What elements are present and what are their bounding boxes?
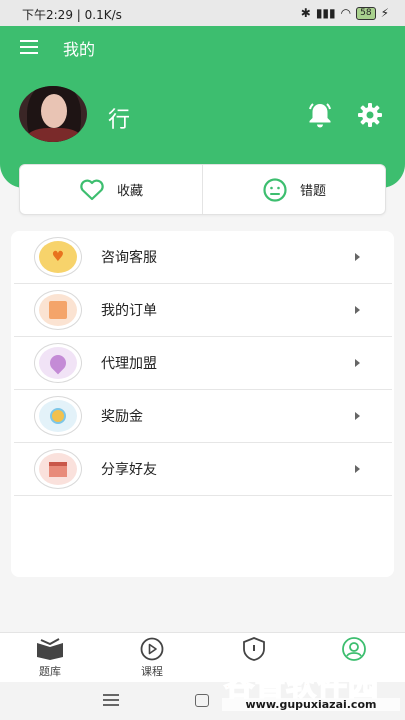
heart-outline-icon <box>80 179 104 200</box>
chevron-right-icon <box>355 306 360 314</box>
user-icon <box>342 637 366 661</box>
watermark: 谷普软件园 www.gupuxiazai.com <box>222 660 400 718</box>
favorites-button[interactable]: 收藏 <box>20 165 202 214</box>
chevron-right-icon <box>355 253 360 261</box>
notification-bell-icon[interactable] <box>306 101 334 129</box>
home-icon[interactable] <box>195 694 209 707</box>
menu-item-label: 代理加盟 <box>101 356 157 372</box>
menu-list: ♥ 咨询客服 我的订单 代理加盟 奖励金 分享好友 <box>11 231 394 577</box>
charging-icon: ⚡ <box>380 6 389 20</box>
page-title: 我的 <box>63 40 96 59</box>
play-icon <box>140 637 164 661</box>
mistakes-label: 错题 <box>299 184 326 199</box>
signal-icon: ▮▮▮ <box>315 6 336 20</box>
shield-icon <box>243 637 265 661</box>
tab-question-bank[interactable]: 题库 <box>20 637 80 679</box>
menu-item-customer-service[interactable]: ♥ 咨询客服 <box>14 231 392 284</box>
chevron-right-icon <box>355 359 360 367</box>
location-pin-icon <box>34 343 82 383</box>
tab-label: 题库 <box>39 665 61 678</box>
menu-item-orders[interactable]: 我的订单 <box>14 284 392 337</box>
avatar[interactable] <box>19 86 87 142</box>
menu-item-label: 奖励金 <box>101 409 143 425</box>
quick-actions-card: 收藏 错题 <box>19 164 386 215</box>
gift-box-icon <box>34 449 82 489</box>
coin-hand-icon <box>34 396 82 436</box>
book-icon <box>37 638 63 660</box>
heart-chat-icon: ♥ <box>34 237 82 277</box>
chevron-right-icon <box>355 412 360 420</box>
status-icons: ✱ ▮▮▮ ◠ 58 ⚡ <box>301 6 389 20</box>
tab-courses[interactable]: 课程 <box>122 637 182 679</box>
battery-icon: 58 <box>356 6 376 20</box>
settings-gear-icon[interactable] <box>356 101 384 129</box>
menu-item-share[interactable]: 分享好友 <box>14 443 392 496</box>
order-envelope-icon <box>34 290 82 330</box>
tab-label: 课程 <box>141 665 163 678</box>
recent-apps-icon[interactable] <box>103 694 119 706</box>
menu-item-rewards[interactable]: 奖励金 <box>14 390 392 443</box>
chevron-right-icon <box>355 465 360 473</box>
mistakes-button[interactable]: 错题 <box>202 165 385 214</box>
favorites-label: 收藏 <box>116 184 143 199</box>
menu-item-label: 分享好友 <box>101 462 157 478</box>
status-time: 下午2:29 | 0.1K/s <box>22 8 122 22</box>
menu-item-agency[interactable]: 代理加盟 <box>14 337 392 390</box>
hamburger-menu-icon[interactable] <box>20 40 38 54</box>
username: 行 <box>108 108 131 133</box>
status-bar: 下午2:29 | 0.1K/s ✱ ▮▮▮ ◠ 58 ⚡ <box>0 0 405 26</box>
menu-item-label: 我的订单 <box>101 303 157 319</box>
menu-item-label: 咨询客服 <box>101 250 157 266</box>
wifi-icon: ◠ <box>340 6 352 20</box>
sad-face-icon <box>263 177 287 202</box>
bluetooth-icon: ✱ <box>300 6 311 20</box>
watermark-url: www.gupuxiazai.com <box>222 698 400 711</box>
